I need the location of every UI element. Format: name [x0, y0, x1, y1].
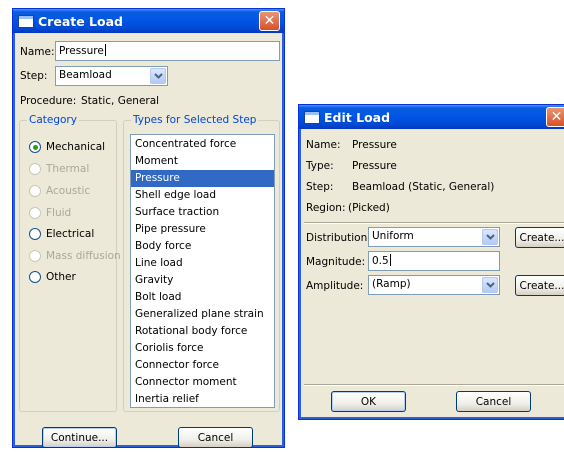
- types-list-item[interactable]: Moment: [131, 153, 274, 170]
- types-list-item[interactable]: Inertia relief: [131, 391, 274, 408]
- category-option-thermal: Thermal: [29, 163, 89, 175]
- radio-button: [29, 207, 41, 219]
- chevron-down-icon: [153, 73, 163, 79]
- category-group: Category Mechanical Thermal Acoustic Fluid E…: [19, 114, 121, 412]
- edit-load-titlebar[interactable]: Edit Load ✕: [299, 105, 564, 129]
- step-value: Beamload (Static, General): [352, 181, 495, 193]
- types-list-item[interactable]: Bolt load: [131, 289, 274, 306]
- radio-button: [29, 250, 41, 262]
- magnitude-field[interactable]: 0.5: [368, 251, 500, 271]
- category-option-label: Fluid: [46, 207, 72, 219]
- region-value: (Picked): [348, 202, 390, 214]
- step-label: Step:: [20, 70, 48, 82]
- close-button[interactable]: ✕: [259, 11, 280, 31]
- name-field[interactable]: Pressure: [55, 41, 280, 61]
- types-list-item[interactable]: Body force: [131, 238, 274, 255]
- step-label: Step:: [306, 181, 334, 193]
- edit-load-title: Edit Load: [324, 109, 391, 125]
- amplitude-dropdown-button[interactable]: [482, 277, 498, 293]
- amplitude-select-value: (Ramp): [372, 278, 411, 290]
- category-option-label: Thermal: [46, 163, 90, 175]
- radio-button[interactable]: [29, 271, 41, 283]
- chevron-down-icon: [485, 282, 495, 288]
- window-icon: [19, 15, 33, 27]
- close-icon: ✕: [263, 13, 276, 29]
- category-option-fluid: Fluid: [29, 207, 71, 219]
- distribution-select-value: Uniform: [372, 230, 414, 242]
- types-list-item[interactable]: Concentrated force: [131, 136, 274, 153]
- cancel-button[interactable]: Cancel: [178, 427, 253, 448]
- types-legend: Types for Selected Step: [131, 114, 259, 126]
- types-list-item[interactable]: Connector moment: [131, 374, 274, 391]
- category-option-other[interactable]: Other: [29, 271, 76, 283]
- category-option-label: Electrical: [46, 228, 95, 240]
- radio-button[interactable]: [29, 228, 41, 240]
- procedure-label: Procedure:: [20, 95, 77, 107]
- magnitude-field-value: 0.5: [372, 255, 389, 267]
- category-option-mechanical[interactable]: Mechanical: [29, 141, 105, 153]
- category-option-label: Mass diffusion: [46, 250, 121, 262]
- types-group: Types for Selected Step Concentrated for…: [123, 114, 280, 412]
- types-list-item[interactable]: Generalized plane strain: [131, 306, 274, 323]
- types-list-item[interactable]: Rotational body force: [131, 323, 274, 340]
- distribution-create-button[interactable]: Create...: [515, 227, 564, 248]
- types-list-item[interactable]: Pressure: [131, 170, 274, 187]
- category-option-label: Mechanical: [46, 141, 106, 153]
- continue-button[interactable]: Continue...: [42, 427, 117, 448]
- radio-button: [29, 185, 41, 197]
- separator: [304, 384, 564, 386]
- amplitude-select[interactable]: (Ramp): [368, 275, 500, 295]
- amplitude-label: Amplitude:: [306, 280, 364, 292]
- region-label: Region:: [306, 202, 346, 214]
- distribution-label: Distribution:: [306, 232, 371, 244]
- edit-load-dialog: Edit Load ✕ Name: Pressure Type: Pressur…: [298, 104, 564, 420]
- name-field-value: Pressure: [59, 45, 104, 57]
- radio-button: [29, 163, 41, 175]
- close-icon: ✕: [550, 109, 563, 125]
- category-option-acoustic: Acoustic: [29, 185, 90, 197]
- types-list-item[interactable]: Gravity: [131, 272, 274, 289]
- name-value: Pressure: [352, 139, 397, 151]
- types-list-item[interactable]: Coriolis force: [131, 340, 274, 357]
- category-legend: Category: [27, 114, 79, 126]
- text-cursor: [104, 44, 106, 56]
- name-label: Name:: [306, 139, 341, 151]
- radio-button[interactable]: [29, 141, 41, 153]
- types-list-item[interactable]: Line load: [131, 255, 274, 272]
- distribution-select[interactable]: Uniform: [368, 227, 500, 247]
- step-dropdown-button[interactable]: [150, 68, 166, 84]
- close-button[interactable]: ✕: [546, 107, 564, 127]
- category-option-mass-diffusion: Mass diffusion: [29, 250, 121, 262]
- chevron-down-icon: [485, 234, 495, 240]
- separator: [304, 222, 564, 224]
- radio-selected-dot: [32, 144, 38, 150]
- type-label: Type:: [306, 160, 334, 172]
- ok-button[interactable]: OK: [331, 391, 406, 412]
- types-list-item[interactable]: Connector force: [131, 357, 274, 374]
- types-list-item[interactable]: Shell edge load: [131, 187, 274, 204]
- create-load-titlebar[interactable]: Create Load ✕: [13, 9, 284, 33]
- types-list-item[interactable]: Surface traction: [131, 204, 274, 221]
- create-load-dialog: Create Load ✕ Name: Pressure Step: Beaml…: [12, 8, 285, 448]
- distribution-dropdown-button[interactable]: [482, 229, 498, 245]
- step-select[interactable]: Beamload: [55, 66, 168, 86]
- category-option-label: Acoustic: [46, 185, 91, 197]
- magnitude-label: Magnitude:: [306, 256, 366, 268]
- window-icon: [305, 111, 319, 123]
- amplitude-create-button[interactable]: Create...: [515, 275, 564, 296]
- create-load-title: Create Load: [38, 13, 123, 29]
- text-cursor: [389, 254, 391, 266]
- types-list-item[interactable]: Pipe pressure: [131, 221, 274, 238]
- category-option-label: Other: [46, 271, 76, 283]
- step-select-value: Beamload: [59, 69, 112, 81]
- type-value: Pressure: [352, 160, 397, 172]
- cancel-button[interactable]: Cancel: [456, 391, 531, 412]
- category-option-electrical[interactable]: Electrical: [29, 228, 94, 240]
- procedure-value: Static, General: [81, 95, 160, 107]
- name-label: Name:: [20, 46, 55, 58]
- types-list[interactable]: Concentrated force Moment Pressure Shell ed…: [130, 134, 275, 408]
